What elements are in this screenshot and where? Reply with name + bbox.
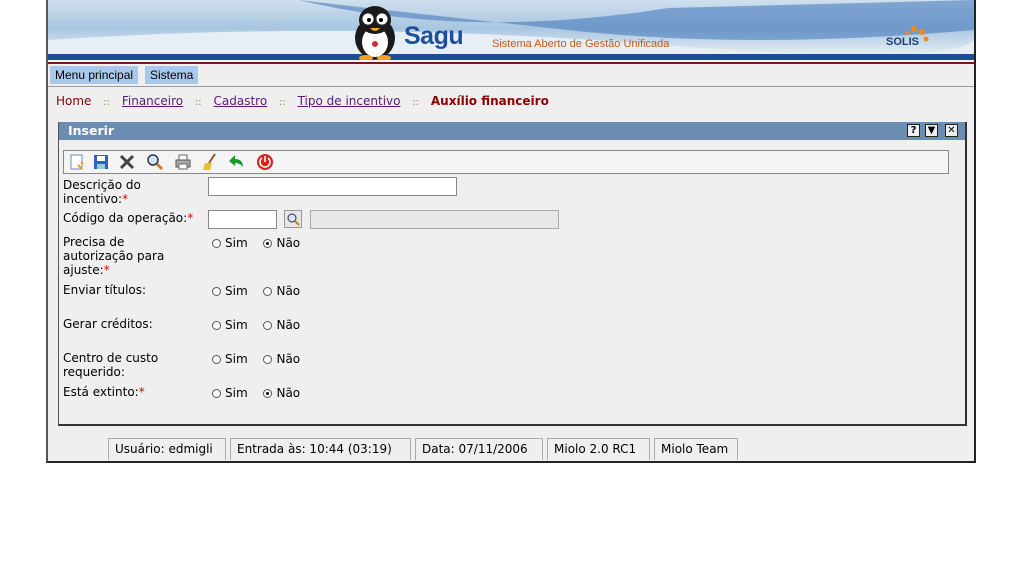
enviar-nao-radio[interactable] bbox=[263, 287, 273, 296]
autorizacao-label: Precisa de autorização para ajuste:* bbox=[63, 235, 183, 277]
new-icon[interactable] bbox=[68, 153, 86, 171]
enviar-titulos-label: Enviar títulos: bbox=[63, 283, 147, 297]
status-team: Miolo Team bbox=[654, 438, 738, 460]
radio-label-sim: Sim bbox=[225, 386, 248, 400]
gerar-sim-radio[interactable] bbox=[212, 321, 221, 330]
radio-label-nao: Não bbox=[276, 386, 301, 400]
insert-form-panel: Inserir ? ▼ ✕ Descrição do incentivo:* C… bbox=[58, 122, 967, 426]
search-icon[interactable] bbox=[146, 153, 164, 171]
clear-icon[interactable] bbox=[201, 153, 219, 171]
radio-label-sim: Sim bbox=[225, 236, 248, 250]
radio-label-nao: Não bbox=[276, 318, 301, 332]
autorizacao-radio-group: Sim Não bbox=[212, 236, 312, 250]
autorizacao-sim-radio[interactable] bbox=[212, 239, 221, 248]
extinto-label-text: Está extinto: bbox=[63, 385, 139, 399]
breadcrumb-financeiro[interactable]: Financeiro bbox=[122, 94, 183, 108]
save-icon[interactable] bbox=[92, 153, 110, 171]
menu-item-sistema[interactable]: Sistema bbox=[145, 66, 199, 84]
panel-title: Inserir bbox=[68, 123, 115, 138]
menu-item-menu-principal[interactable]: Menu principal bbox=[50, 66, 139, 84]
minimize-button[interactable]: ▼ bbox=[925, 124, 938, 137]
codigo-label-text: Código da operação: bbox=[63, 211, 188, 225]
radio-label-nao: Não bbox=[276, 236, 301, 250]
required-marker: * bbox=[122, 192, 129, 206]
extinto-radio-group: Sim Não bbox=[212, 386, 312, 400]
centro-nao-radio[interactable] bbox=[263, 355, 273, 364]
breadcrumb-home[interactable]: Home bbox=[56, 94, 91, 108]
autorizacao-nao-radio[interactable] bbox=[263, 239, 273, 248]
extinto-sim-radio[interactable] bbox=[212, 389, 221, 398]
extinto-label: Está extinto:* bbox=[63, 385, 145, 399]
exit-icon[interactable] bbox=[256, 153, 274, 171]
descricao-label-text: Descrição do incentivo: bbox=[63, 178, 141, 206]
radio-label-nao: Não bbox=[276, 352, 301, 366]
print-icon[interactable] bbox=[174, 153, 192, 171]
breadcrumb-separator: :: bbox=[103, 97, 111, 108]
header-banner: Sagu Sistema Aberto de Gestão Unificada … bbox=[48, 0, 974, 64]
centro-sim-radio[interactable] bbox=[212, 355, 221, 364]
breadcrumb-separator: :: bbox=[412, 97, 420, 108]
delete-icon[interactable] bbox=[118, 153, 136, 171]
brand-subtitle: Sistema Aberto de Gestão Unificada bbox=[492, 38, 670, 50]
enviar-titulos-radio-group: Sim Não bbox=[212, 284, 312, 298]
codigo-operacao-input[interactable] bbox=[208, 210, 277, 229]
required-marker: * bbox=[138, 385, 145, 399]
breadcrumb: Home :: Financeiro :: Cadastro :: Tipo d… bbox=[56, 94, 549, 108]
required-marker: * bbox=[187, 211, 194, 225]
gerar-nao-radio[interactable] bbox=[263, 321, 273, 330]
lookup-search-icon[interactable] bbox=[284, 210, 302, 228]
brand-logo-text: Sagu bbox=[404, 22, 464, 50]
solis-logo-icon: SOLIS bbox=[886, 26, 929, 48]
breadcrumb-cadastro[interactable]: Cadastro bbox=[214, 94, 268, 108]
close-button[interactable]: ✕ bbox=[945, 124, 958, 137]
breadcrumb-current: Auxílio financeiro bbox=[430, 94, 549, 108]
status-login-time: Entrada às: 10:44 (03:19) bbox=[230, 438, 411, 460]
radio-label-sim: Sim bbox=[225, 318, 248, 332]
enviar-sim-radio[interactable] bbox=[212, 287, 221, 296]
breadcrumb-separator: :: bbox=[279, 97, 286, 108]
status-version: Miolo 2.0 RC1 bbox=[547, 438, 650, 460]
back-icon[interactable] bbox=[228, 153, 246, 171]
extinto-nao-radio[interactable] bbox=[263, 389, 273, 398]
autorizacao-label-text: Precisa de autorização para ajuste: bbox=[63, 235, 165, 277]
gerar-creditos-radio-group: Sim Não bbox=[212, 318, 312, 332]
svg-text:SOLIS: SOLIS bbox=[886, 36, 919, 48]
descricao-label: Descrição do incentivo:* bbox=[63, 178, 203, 206]
codigo-operacao-description-field bbox=[310, 210, 559, 229]
gerar-creditos-label: Gerar créditos: bbox=[63, 317, 153, 331]
penguin-logo-icon bbox=[355, 6, 395, 60]
radio-label-sim: Sim bbox=[225, 352, 248, 366]
header-stripe bbox=[48, 54, 974, 60]
help-button[interactable]: ? bbox=[907, 124, 920, 137]
centro-custo-radio-group: Sim Não bbox=[212, 352, 312, 366]
radio-label-nao: Não bbox=[276, 284, 301, 298]
codigo-label: Código da operação:* bbox=[63, 211, 213, 225]
panel-title-bar: Inserir ? ▼ ✕ bbox=[59, 122, 965, 140]
breadcrumb-tipo-de-incentivo[interactable]: Tipo de incentivo bbox=[298, 94, 401, 108]
breadcrumb-separator: :: bbox=[194, 97, 202, 108]
main-menubar: Menu principal Sistema bbox=[48, 64, 974, 87]
centro-custo-label: Centro de custo requerido: bbox=[63, 351, 159, 379]
status-date: Data: 07/11/2006 bbox=[415, 438, 543, 460]
radio-label-sim: Sim bbox=[225, 284, 248, 298]
app-window: Sagu Sistema Aberto de Gestão Unificada … bbox=[46, 0, 976, 463]
descricao-incentivo-input[interactable] bbox=[208, 177, 457, 196]
status-user: Usuário: edmigli bbox=[108, 438, 226, 460]
form-toolbar bbox=[63, 150, 949, 174]
required-marker: * bbox=[103, 263, 110, 277]
